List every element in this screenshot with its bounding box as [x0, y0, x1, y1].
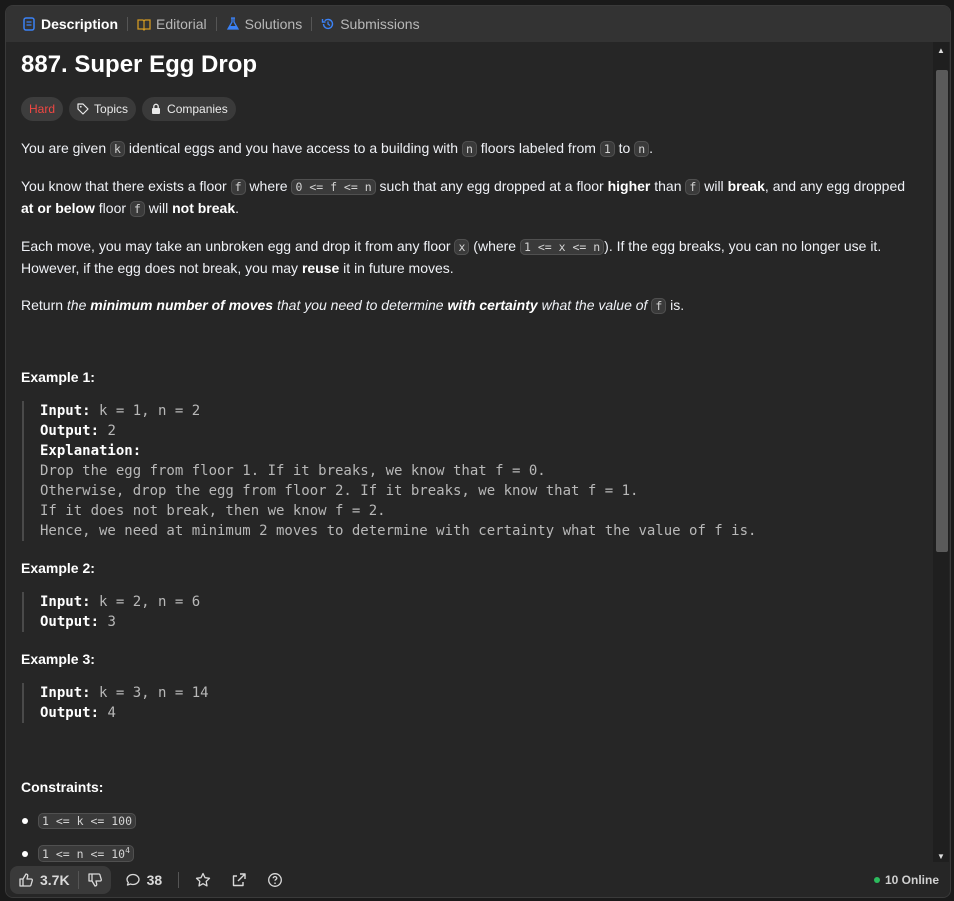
online-status: 10 Online	[873, 872, 939, 887]
like-count: 3.7K	[40, 871, 70, 888]
list-item: 1 <= n <= 104	[21, 837, 919, 864]
description-paragraph: You are given k identical eggs and you h…	[21, 140, 654, 157]
scroll-up-icon[interactable]: ▲	[933, 42, 949, 58]
comment-count: 38	[146, 871, 163, 888]
description-content[interactable]: 887. Super Egg Drop Hard Topics Companie…	[6, 42, 934, 864]
description-paragraph: Each move, you may take an unbroken egg …	[21, 238, 882, 276]
star-icon	[195, 872, 211, 888]
lock-icon	[150, 103, 162, 115]
thumbs-down-icon	[87, 872, 103, 888]
topics-button[interactable]: Topics	[69, 97, 137, 121]
companies-label: Companies	[167, 102, 228, 116]
scrollbar-thumb[interactable]	[936, 70, 948, 552]
online-dot-icon	[873, 876, 880, 883]
tab-bar: Description Editorial Solutions Submissi…	[6, 6, 950, 42]
thumbs-up-icon	[18, 872, 34, 888]
difficulty-badge: Hard	[21, 97, 64, 121]
description-paragraph: Return the minimum number of moves that …	[21, 297, 685, 314]
example-block: Input: k = 3, n = 14 Output: 4	[22, 683, 919, 723]
description-icon	[22, 17, 36, 31]
problem-description: You are given k identical eggs and you h…	[21, 138, 919, 317]
favorite-button[interactable]	[195, 872, 211, 888]
tab-label: Solutions	[244, 16, 303, 32]
share-button[interactable]	[231, 872, 247, 888]
tab-divider	[311, 17, 313, 31]
tab-divider	[215, 17, 217, 31]
dislike-button[interactable]	[79, 872, 111, 888]
tab-label: Editorial	[156, 16, 207, 32]
tab-editorial[interactable]: Editorial	[133, 6, 211, 42]
description-paragraph: You know that there exists a floor f whe…	[21, 178, 906, 217]
history-icon	[321, 17, 335, 31]
share-icon	[231, 872, 247, 888]
example-block: Input: k = 2, n = 6 Output: 3	[22, 592, 919, 632]
example-heading: Example 3:	[21, 651, 95, 667]
list-item: 1 <= k <= 100	[21, 804, 919, 837]
page-title[interactable]: 887. Super Egg Drop	[21, 50, 919, 80]
problem-panel: Description Editorial Solutions Submissi…	[5, 5, 951, 898]
tab-divider	[127, 17, 129, 31]
action-bar: 3.7K 38 10 Online	[6, 862, 950, 897]
online-count: 10 Online	[884, 872, 939, 887]
example-heading: Example 2:	[21, 560, 95, 576]
book-icon	[137, 17, 151, 31]
constraints-list: 1 <= k <= 100 1 <= n <= 104	[21, 804, 919, 864]
tab-submissions[interactable]: Submissions	[317, 6, 423, 42]
help-button[interactable]	[267, 872, 283, 888]
tab-solutions[interactable]: Solutions	[222, 6, 307, 42]
badge-row: Hard Topics Companies	[21, 97, 919, 121]
vote-group: 3.7K	[10, 865, 111, 894]
example-heading: Example 1:	[21, 369, 95, 385]
tab-label: Submissions	[340, 16, 420, 32]
tag-icon	[77, 103, 89, 115]
comment-icon	[125, 872, 141, 888]
topics-label: Topics	[94, 102, 129, 116]
tab-description[interactable]: Description	[18, 6, 122, 42]
action-divider	[178, 871, 180, 888]
like-button[interactable]: 3.7K	[10, 872, 78, 888]
flask-icon	[226, 17, 240, 31]
companies-button[interactable]: Companies	[142, 97, 236, 121]
scrollbar[interactable]: ▲ ▼	[933, 42, 949, 864]
question-icon	[267, 872, 283, 888]
tab-label: Description	[41, 16, 119, 32]
constraints-heading: Constraints:	[21, 779, 104, 795]
example-block: Input: k = 1, n = 2 Output: 2 Explanatio…	[22, 401, 919, 541]
comments-button[interactable]: 38	[125, 871, 163, 888]
